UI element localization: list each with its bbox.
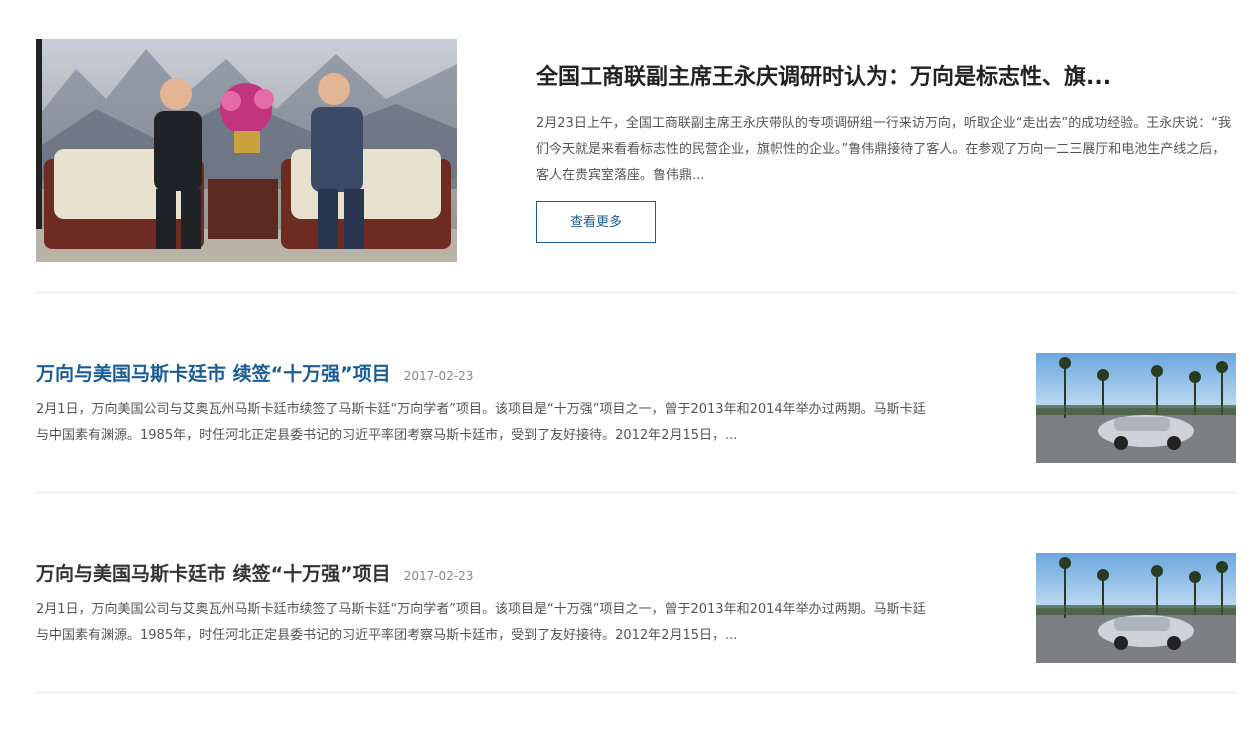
featured-description: 2月23日上午，全国工商联副主席王永庆带队的专项调研组一行来访万向，听取企业“走… xyxy=(536,116,1232,183)
news-date: 2017-02-23 xyxy=(403,569,474,583)
news-page: 全国工商联副主席王永庆调研时认为：万向是标志性、旗... 2月23日上午，全国工… xyxy=(0,0,1250,730)
featured-article: 全国工商联副主席王永庆调研时认为：万向是标志性、旗... 2月23日上午，全国工… xyxy=(36,39,1236,262)
featured-body: 全国工商联副主席王永庆调研时认为：万向是标志性、旗... 2月23日上午，全国工… xyxy=(536,61,1236,243)
news-title-row: 万向与美国马斯卡廷市 续签“十万强”项目 2017-02-23 xyxy=(36,559,473,586)
news-title-row: 万向与美国马斯卡廷市 续签“十万强”项目 2017-02-23 xyxy=(36,359,473,386)
news-description: 2月1日，万向美国公司与艾奥瓦州马斯卡廷市续签了马斯卡廷“万向学者”项目。该项目… xyxy=(36,402,926,443)
news-thumbnail[interactable] xyxy=(1036,353,1236,463)
divider xyxy=(36,492,1236,493)
list-item: 万向与美国马斯卡廷市 续签“十万强”项目 2017-02-23 2月1日，万向美… xyxy=(36,353,1236,463)
divider xyxy=(36,692,1236,693)
news-title[interactable]: 万向与美国马斯卡廷市 续签“十万强”项目 xyxy=(36,563,391,585)
featured-title[interactable]: 全国工商联副主席王永庆调研时认为：万向是标志性、旗... xyxy=(536,61,1236,95)
car-photo xyxy=(1036,353,1236,463)
meeting-photo xyxy=(36,39,457,262)
view-more-button[interactable]: 查看更多 xyxy=(536,201,656,243)
news-description: 2月1日，万向美国公司与艾奥瓦州马斯卡廷市续签了马斯卡廷“万向学者”项目。该项目… xyxy=(36,602,926,643)
list-item: 万向与美国马斯卡廷市 续签“十万强”项目 2017-02-23 2月1日，万向美… xyxy=(36,553,1236,663)
car-photo xyxy=(1036,553,1236,663)
news-date: 2017-02-23 xyxy=(403,369,474,383)
news-title[interactable]: 万向与美国马斯卡廷市 续签“十万强”项目 xyxy=(36,363,391,385)
news-thumbnail[interactable] xyxy=(1036,553,1236,663)
featured-image[interactable] xyxy=(36,39,457,262)
divider xyxy=(36,292,1236,293)
